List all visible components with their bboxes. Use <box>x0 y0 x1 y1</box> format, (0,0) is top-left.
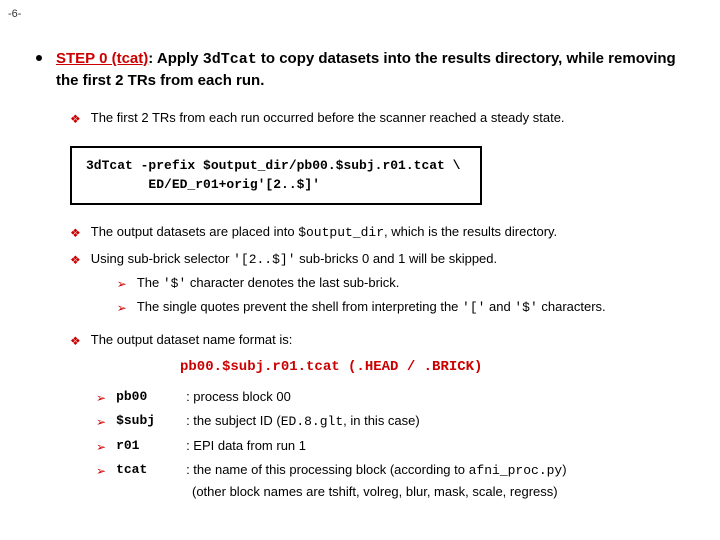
t: , in this case) <box>343 413 420 428</box>
sub2-text: The output datasets are placed into $out… <box>91 223 557 242</box>
t: The <box>137 275 163 290</box>
chev-item: ➢ The '$' character denotes the last sub… <box>117 274 690 293</box>
bullet-disc-icon <box>36 55 42 61</box>
diamond-icon: ❖ <box>70 252 81 323</box>
footer-note: (other block names are tshift, volreg, b… <box>192 484 690 499</box>
desc: : the subject ID (ED.8.glt, in this case… <box>186 411 690 432</box>
chevron-icon: ➢ <box>96 413 106 432</box>
main-text: STEP 0 (tcat): Apply 3dTcat to copy data… <box>56 48 690 91</box>
chev-item: ➢ The single quotes prevent the shell fr… <box>117 298 690 317</box>
table-row: ➢ pb00 : process block 00 <box>96 387 690 407</box>
chevron-icon: ➢ <box>117 300 127 317</box>
sub-item: ❖ The first 2 TRs from each run occurred… <box>70 109 690 128</box>
desc: : EPI data from run 1 <box>186 436 690 456</box>
t: , which is the results directory. <box>384 224 557 239</box>
code: '[2..$]' <box>233 252 295 267</box>
sep: : Apply <box>148 50 202 67</box>
t: sub-bricks 0 and 1 will be skipped. <box>296 251 498 266</box>
format-line: pb00.$subj.r01.tcat (.HEAD / .BRICK) <box>180 357 690 375</box>
format-code: pb00.$subj.r01.tcat (.HEAD / .BRICK) <box>180 359 482 375</box>
table-row: ➢ $subj : the subject ID (ED.8.glt, in t… <box>96 411 690 432</box>
desc: : the name of this processing block (acc… <box>186 460 690 481</box>
sub-list: ❖ The first 2 TRs from each run occurred… <box>70 109 690 128</box>
sub-item: ❖ The output datasets are placed into $o… <box>70 223 690 242</box>
diamond-icon: ❖ <box>70 333 81 350</box>
page-number: -6- <box>8 8 21 20</box>
sub-item: ❖ The output dataset name format is: <box>70 331 690 350</box>
t: and <box>485 299 514 314</box>
t: Using sub-brick selector <box>91 251 233 266</box>
key: tcat <box>116 460 186 481</box>
chev-list: ➢ The '$' character denotes the last sub… <box>117 274 690 317</box>
key: $subj <box>116 411 186 432</box>
t: The output datasets are placed into <box>91 224 298 239</box>
code: '[' <box>462 300 485 315</box>
t: character denotes the last sub-brick. <box>186 275 399 290</box>
t: characters. <box>538 299 606 314</box>
code: $output_dir <box>298 225 384 240</box>
code-box: 3dTcat -prefix $output_dir/pb00.$subj.r0… <box>70 146 482 205</box>
diamond-icon: ❖ <box>70 111 81 128</box>
code: ED.8.glt <box>281 414 343 429</box>
t: ) <box>562 462 566 477</box>
sub-list-2: ❖ The output datasets are placed into $o… <box>70 223 690 500</box>
slide-content: STEP 0 (tcat): Apply 3dTcat to copy data… <box>0 0 720 519</box>
code: '$' <box>514 300 537 315</box>
desc: : process block 00 <box>186 387 690 407</box>
chevron-icon: ➢ <box>96 389 106 407</box>
chevron-icon: ➢ <box>117 276 127 293</box>
t: The single quotes prevent the shell from… <box>137 299 462 314</box>
step-title: STEP 0 (tcat) <box>56 50 148 67</box>
diamond-icon: ❖ <box>70 225 81 242</box>
chevron-icon: ➢ <box>96 462 106 481</box>
sub4-text: The output dataset name format is: <box>91 331 293 350</box>
sub-item: ❖ Using sub-brick selector '[2..$]' sub-… <box>70 250 690 323</box>
t: The single quotes prevent the shell from… <box>137 298 606 317</box>
code: '$' <box>163 276 186 291</box>
chevron-icon: ➢ <box>96 438 106 456</box>
sub3-wrap: Using sub-brick selector '[2..$]' sub-br… <box>91 250 690 323</box>
code-line-2: ED/ED_r01+orig'[2..$]' <box>86 175 466 195</box>
t: The '$' character denotes the last sub-b… <box>137 274 400 293</box>
key: pb00 <box>116 387 186 407</box>
main-cmd: 3dTcat <box>203 51 257 68</box>
code: afni_proc.py <box>469 463 563 478</box>
main-bullet: STEP 0 (tcat): Apply 3dTcat to copy data… <box>30 48 690 91</box>
name-table: ➢ pb00 : process block 00 ➢ $subj : the … <box>96 387 690 499</box>
key: r01 <box>116 436 186 456</box>
table-row: ➢ r01 : EPI data from run 1 <box>96 436 690 456</box>
table-row: ➢ tcat : the name of this processing blo… <box>96 460 690 481</box>
t: : the subject ID ( <box>186 413 281 428</box>
code-line-1: 3dTcat -prefix $output_dir/pb00.$subj.r0… <box>86 156 466 176</box>
sub1-text: The first 2 TRs from each run occurred b… <box>91 109 565 128</box>
t: : the name of this processing block (acc… <box>186 462 469 477</box>
